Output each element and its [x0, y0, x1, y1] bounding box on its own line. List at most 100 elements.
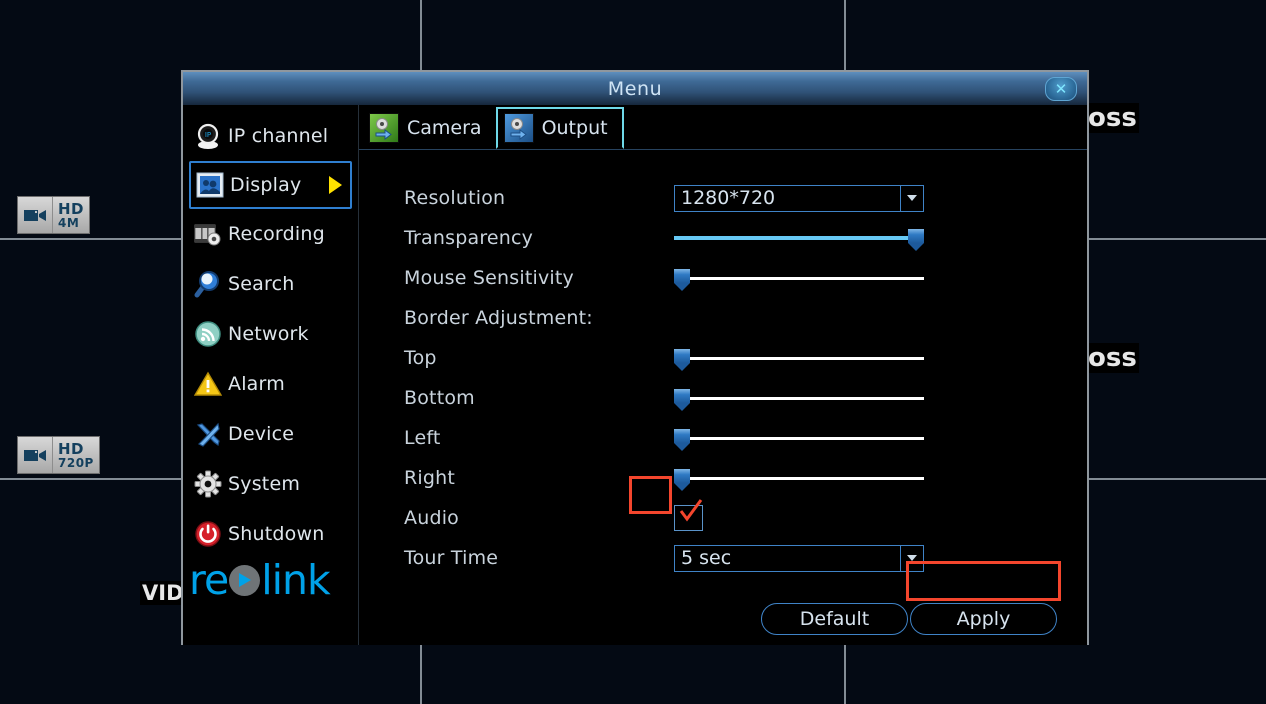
row-top: Top [359, 338, 1087, 378]
warning-triangle-icon [193, 369, 223, 399]
tour-time-select[interactable]: 5 sec [674, 544, 924, 572]
film-gear-icon [193, 219, 223, 249]
row-transparency: Transparency [359, 218, 1087, 258]
slider-track [674, 397, 924, 400]
video-loss-label: oss [1086, 343, 1139, 373]
logo-circle-arrow-icon [229, 564, 261, 596]
sidebar-item-ip-channel[interactable]: IP IP channel [183, 111, 358, 161]
resolution-label: Resolution [404, 187, 506, 209]
sidebar-item-shutdown[interactable]: Shutdown [183, 509, 358, 559]
audio-checkbox[interactable] [674, 499, 703, 531]
output-settings-icon [503, 113, 534, 143]
resolution-value: 1280*720 [681, 187, 776, 209]
magnifier-icon [193, 269, 223, 299]
sidebar-item-label: Recording [228, 223, 325, 245]
sidebar-item-alarm[interactable]: Alarm [183, 359, 358, 409]
camera-badge: HD 720P [17, 436, 100, 474]
sidebar-item-label: Shutdown [228, 523, 325, 545]
resolution-select[interactable]: 1280*720 [674, 184, 924, 212]
sidebar-item-label: Network [228, 323, 309, 345]
row-audio: Audio [359, 498, 1087, 538]
sidebar: IP IP channel Display Recording Search N… [183, 105, 359, 645]
badge-line1: HD [58, 200, 85, 218]
transparency-label: Transparency [404, 227, 534, 249]
apply-button[interactable]: Apply [910, 603, 1057, 635]
checkmark-icon [679, 499, 703, 522]
video-camera-icon [18, 437, 53, 473]
sidebar-item-label: Display [230, 174, 302, 196]
ip-camera-icon: IP [193, 121, 223, 151]
badge-line2: 4M [58, 216, 80, 230]
slider-knob[interactable] [674, 389, 690, 411]
sidebar-item-system[interactable]: System [183, 459, 358, 509]
slider-knob[interactable] [674, 469, 690, 491]
power-icon [193, 519, 223, 549]
row-bottom: Bottom [359, 378, 1087, 418]
sidebar-item-label: Device [228, 423, 295, 445]
badge-line1: HD [58, 440, 85, 458]
gear-icon [193, 469, 223, 499]
mouse-sensitivity-label: Mouse Sensitivity [404, 267, 575, 289]
slider-knob[interactable] [674, 349, 690, 371]
sidebar-item-network[interactable]: Network [183, 309, 358, 359]
sidebar-item-recording[interactable]: Recording [183, 209, 358, 259]
tab-label: Camera [407, 117, 482, 139]
tab-bar: Camera Output [359, 105, 1087, 150]
transparency-slider[interactable] [674, 227, 924, 251]
camera-settings-icon [369, 113, 399, 143]
row-resolution: Resolution 1280*720 [359, 178, 1087, 218]
close-icon[interactable]: ✕ [1045, 77, 1077, 101]
row-left: Left [359, 418, 1087, 458]
video-camera-glyph [24, 449, 46, 461]
slider-knob[interactable] [674, 429, 690, 451]
slider-knob[interactable] [908, 229, 924, 251]
default-button[interactable]: Default [761, 603, 908, 635]
slider-track [674, 357, 924, 360]
chevron-right-icon [329, 176, 342, 194]
slider-track [674, 477, 924, 480]
chevron-down-icon[interactable] [900, 545, 923, 571]
tab-camera[interactable]: Camera [363, 107, 496, 149]
bottom-slider[interactable] [674, 387, 924, 411]
dialog-titlebar: Menu ✕ [183, 72, 1087, 105]
svg-text:IP: IP [205, 131, 211, 139]
sidebar-item-label: IP channel [228, 125, 329, 147]
row-tour-time: Tour Time 5 sec [359, 538, 1087, 578]
dialog-body: IP IP channel Display Recording Search N… [183, 105, 1087, 645]
nvr-screen: HD 4M HD 720P oss oss VID Menu ✕ IP IP c… [0, 0, 1266, 704]
mouse-sensitivity-slider[interactable] [674, 267, 924, 291]
dialog-title: Menu [607, 77, 663, 100]
top-slider[interactable] [674, 347, 924, 371]
video-camera-glyph [24, 209, 46, 221]
logo-text-part2: link [261, 555, 331, 604]
camera-badge-text: HD 720P [53, 437, 99, 473]
video-label-partial: VID [140, 581, 186, 605]
badge-line2: 720P [58, 456, 94, 470]
content-panel: Camera Output Resolution 1280*720 Transp… [359, 105, 1087, 645]
display-picture-icon [195, 170, 225, 200]
right-slider[interactable] [674, 467, 924, 491]
reolink-logo: re link [189, 557, 355, 603]
sidebar-item-device[interactable]: Device [183, 409, 358, 459]
sidebar-item-label: Alarm [228, 373, 285, 395]
tour-time-value: 5 sec [681, 547, 732, 569]
sidebar-item-search[interactable]: Search [183, 259, 358, 309]
right-label: Right [404, 467, 456, 489]
video-loss-label: oss [1086, 103, 1139, 133]
bottom-label: Bottom [404, 387, 475, 409]
sidebar-item-display[interactable]: Display [189, 161, 352, 209]
slider-track [674, 236, 924, 240]
button-row: Default Apply [359, 603, 1087, 635]
slider-knob[interactable] [674, 269, 690, 291]
tab-output[interactable]: Output [495, 107, 624, 149]
audio-label: Audio [404, 507, 460, 529]
camera-badge-text: HD 4M [53, 197, 89, 233]
border-adjustment-label: Border Adjustment: [404, 307, 593, 329]
output-settings-form: Resolution 1280*720 Transparency Mouse S… [359, 150, 1087, 578]
top-label: Top [404, 347, 437, 369]
slider-track [674, 437, 924, 440]
video-camera-icon [18, 197, 53, 233]
sidebar-item-label: System [228, 473, 301, 495]
chevron-down-icon[interactable] [900, 185, 923, 211]
left-slider[interactable] [674, 427, 924, 451]
